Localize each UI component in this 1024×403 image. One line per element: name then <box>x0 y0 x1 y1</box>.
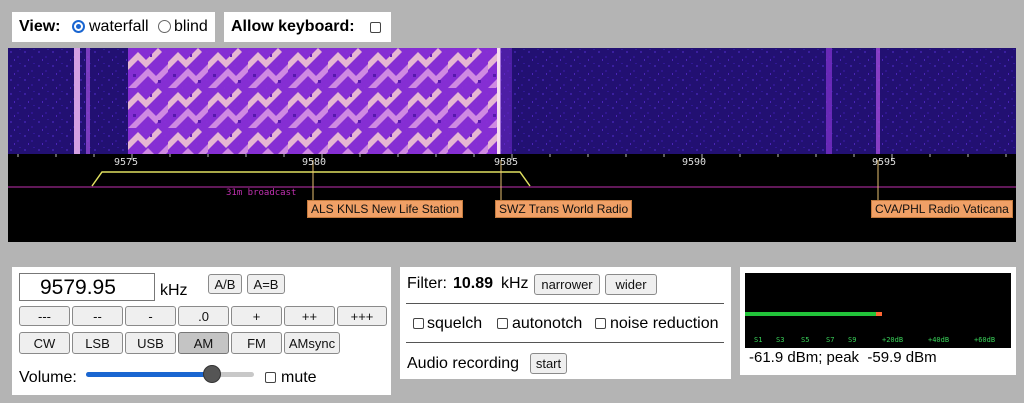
filter-unit: kHz <box>501 275 529 292</box>
divider <box>406 303 724 304</box>
smeter-tick: S1 <box>754 336 763 344</box>
smeter-reading: -61.9 dBm; peak -59.9 dBm <box>749 349 937 366</box>
smeter-tick: +60dB <box>974 336 996 344</box>
mode-fm-button[interactable]: FM <box>231 332 282 354</box>
tuner-panel: 9579.95 kHz A/B A=B --- -- - .0 + ++ +++… <box>12 267 391 395</box>
waterfall-display[interactable]: 9575 9580 9585 9590 9595 31m broadcast A… <box>8 48 1016 242</box>
waterfall-radio[interactable] <box>72 20 85 33</box>
divider <box>406 342 724 343</box>
blind-radio-label[interactable]: blind <box>174 18 208 36</box>
volume-thumb[interactable] <box>203 365 221 383</box>
band-label: 31m broadcast <box>226 188 297 198</box>
mode-am-button[interactable]: AM <box>178 332 229 354</box>
step-label: +++ <box>350 308 374 324</box>
station-label-vaticana[interactable]: CVA/PHL Radio Vaticana <box>871 200 1013 218</box>
autonotch-label[interactable]: autonotch <box>512 315 582 333</box>
step-label: .0 <box>198 308 209 324</box>
smeter-display: S1 S3 S5 S7 S9 +20dB +40dB +60dB <box>745 273 1011 348</box>
mode-cw-button[interactable]: CW <box>19 332 70 354</box>
station-label-knls[interactable]: ALS KNLS New Life Station <box>307 200 464 218</box>
mode-label: AMsync <box>288 335 336 351</box>
start-label: start <box>535 356 562 371</box>
smeter-tick: +20dB <box>882 336 904 344</box>
step-up-large-button[interactable]: +++ <box>337 306 387 326</box>
squelch-label[interactable]: squelch <box>427 315 482 333</box>
mute-label[interactable]: mute <box>281 369 317 387</box>
ab-button[interactable]: A/B <box>208 274 242 294</box>
step-round-button[interactable]: .0 <box>178 306 229 326</box>
noise-reduction-checkbox[interactable] <box>595 318 606 329</box>
mode-lsb-button[interactable]: LSB <box>72 332 123 354</box>
blind-radio[interactable] <box>158 20 171 33</box>
step-label: ++ <box>301 308 318 324</box>
step-label: -- <box>93 308 102 324</box>
narrower-label: narrower <box>541 277 593 292</box>
mode-label: LSB <box>85 335 110 351</box>
frequency-unit: kHz <box>160 282 188 299</box>
noise-reduction-label[interactable]: noise reduction <box>610 315 719 333</box>
filter-label: Filter: <box>407 275 447 292</box>
smeter-bar <box>745 312 876 316</box>
step-label: - <box>148 308 153 324</box>
step-down-medium-button[interactable]: -- <box>72 306 123 326</box>
step-down-large-button[interactable]: --- <box>19 306 70 326</box>
frequency-input[interactable]: 9579.95 <box>19 273 155 301</box>
tick-label: 9590 <box>682 157 707 168</box>
mode-label: AM <box>193 335 214 351</box>
ab-button-label: A/B <box>214 276 236 292</box>
waterfall-radio-label[interactable]: waterfall <box>89 18 149 36</box>
volume-label: Volume: <box>19 369 77 386</box>
filter-passband <box>91 171 531 187</box>
view-label: View: <box>19 18 61 35</box>
a-equals-b-button[interactable]: A=B <box>247 274 285 294</box>
waterfall-canvas[interactable] <box>8 48 1016 154</box>
autonotch-checkbox[interactable] <box>497 318 508 329</box>
step-label: + <box>252 308 261 324</box>
keyboard-panel: Allow keyboard: <box>224 12 391 42</box>
smeter-tick: S7 <box>826 336 835 344</box>
filter-panel: Filter: 10.89 kHz narrower wider squelch… <box>400 267 731 379</box>
tick-label: 9585 <box>494 157 519 168</box>
start-recording-button[interactable]: start <box>530 353 567 374</box>
wider-label: wider <box>615 277 647 292</box>
narrower-button[interactable]: narrower <box>534 274 600 295</box>
mode-label: FM <box>247 335 266 351</box>
smeter-peak <box>876 312 882 316</box>
mode-usb-button[interactable]: USB <box>125 332 176 354</box>
station-label-twr[interactable]: SWZ Trans World Radio <box>495 200 633 218</box>
smeter-panel: S1 S3 S5 S7 S9 +20dB +40dB +60dB -61.9 d… <box>740 267 1016 375</box>
allow-keyboard-label: Allow keyboard: <box>231 18 355 35</box>
mode-label: USB <box>137 335 164 351</box>
smeter-tick: S3 <box>776 336 785 344</box>
a-equals-b-label: A=B <box>253 276 279 292</box>
volume-slider[interactable] <box>86 365 254 383</box>
squelch-checkbox[interactable] <box>413 318 424 329</box>
smeter-tick: S5 <box>801 336 810 344</box>
smeter-tick: S9 <box>848 336 857 344</box>
tick-label: 9575 <box>114 157 139 168</box>
wider-button[interactable]: wider <box>605 274 657 295</box>
step-up-small-button[interactable]: + <box>231 306 282 326</box>
smeter-tick: +40dB <box>928 336 950 344</box>
smeter-scale: S1 S3 S5 S7 S9 +20dB +40dB +60dB <box>745 336 1011 346</box>
mute-checkbox[interactable] <box>265 372 276 383</box>
step-label: --- <box>38 308 51 324</box>
step-up-medium-button[interactable]: ++ <box>284 306 335 326</box>
filter-value: 10.89 <box>453 275 494 292</box>
audio-recording-label: Audio recording <box>407 355 520 372</box>
allow-keyboard-checkbox[interactable] <box>370 22 381 33</box>
mode-label: CW <box>33 335 56 351</box>
volume-fill <box>86 372 212 377</box>
frequency-value: 9579.95 <box>40 276 116 299</box>
tick-label: 9580 <box>302 157 327 168</box>
step-down-small-button[interactable]: - <box>125 306 176 326</box>
mode-amsync-button[interactable]: AMsync <box>284 332 340 354</box>
tick-label: 9595 <box>872 157 897 168</box>
view-panel: View: waterfall blind <box>12 12 215 42</box>
